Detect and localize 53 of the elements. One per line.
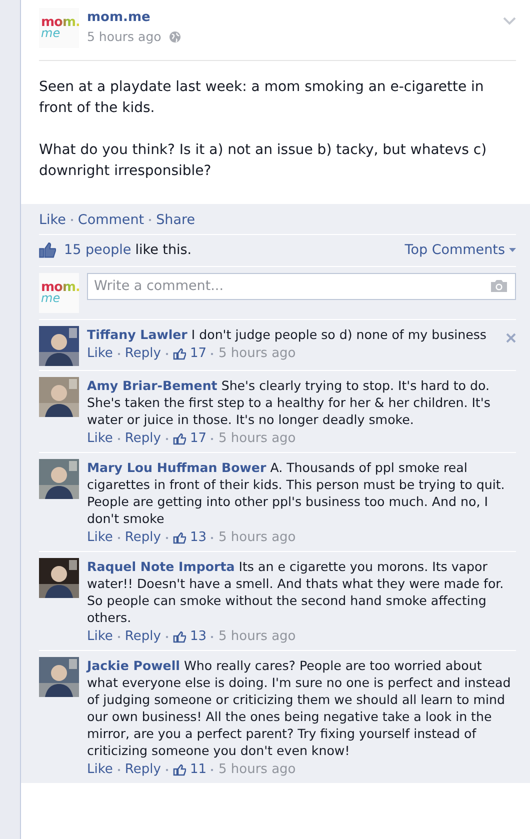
action-link[interactable]: Like	[39, 212, 66, 228]
comment-time: 5 hours ago	[218, 628, 296, 646]
thumbs-up-icon	[172, 348, 186, 360]
chevron-icon[interactable]	[503, 16, 516, 25]
likes-text: like this.	[135, 241, 192, 260]
comment-text: Raquel Note Importa Its an e cigarette you morons. Its vapor water!! Doesn't have a smell. And thats what they were made for. So people can smoke without the second hand smoke affecting others.	[87, 558, 505, 626]
author-name[interactable]: mom.me	[87, 8, 495, 28]
post-text: What do you think? Is it a) not an issue b) tacky, but whatevs c) downright irresponsible?	[39, 141, 488, 181]
globe-icon	[169, 30, 182, 43]
comment-field[interactable]: Write a comment...	[87, 272, 516, 300]
comment-time: 5 hours ago	[218, 760, 296, 778]
thumbs-up-icon	[172, 764, 186, 776]
commenter-name[interactable]: Jackie Powell	[87, 658, 180, 672]
thumbs-up-icon	[172, 432, 186, 444]
like-link[interactable]: Like	[87, 344, 113, 362]
reply-link[interactable]: Reply	[124, 430, 161, 448]
like-link[interactable]: Like	[87, 628, 113, 646]
like-link[interactable]: Like	[87, 528, 113, 546]
like-link[interactable]: Like	[87, 760, 113, 778]
like-count[interactable]: 13	[172, 528, 206, 546]
action-link[interactable]: Comment	[78, 212, 144, 228]
avatar-logo: mom. me	[39, 272, 79, 312]
like-link[interactable]: Like	[87, 430, 113, 448]
thumbs-up-icon	[172, 630, 186, 642]
commenter-name[interactable]: Amy Briar-Bement	[87, 378, 218, 392]
comment-text: Tiffany Lawler I don't judge people so d) none of my business	[87, 326, 488, 342]
commenter-name[interactable]: Tiffany Lawler	[87, 326, 188, 342]
close-icon[interactable]	[506, 333, 516, 344]
comment-time: 5 hours ago	[218, 528, 296, 546]
comment-time: 5 hours ago	[218, 430, 296, 448]
caret-icon	[509, 248, 516, 252]
reply-link[interactable]: Reply	[124, 760, 161, 778]
action-link[interactable]: Share	[156, 212, 196, 228]
like-count[interactable]: 11	[172, 760, 206, 778]
like-count[interactable]: 17	[172, 430, 206, 448]
thumbs-up-icon	[172, 532, 186, 544]
commenter-name[interactable]: Mary Lou Huffman Bower	[87, 460, 266, 474]
people-link[interactable]: 15 people	[64, 240, 132, 260]
post-time[interactable]: 5 hours ago	[87, 28, 162, 46]
reply-link[interactable]: Reply	[124, 344, 161, 362]
post-text: Seen at a playdate last week: a mom smoking an e-cigarette in front of the kids.	[39, 78, 485, 118]
comment-time: 5 hours ago	[218, 344, 296, 362]
reply-link[interactable]: Reply	[124, 628, 161, 646]
sort-dropdown[interactable]: Top Comments	[404, 240, 516, 260]
like-count[interactable]: 17	[172, 344, 206, 362]
comment-text: Jackie Powell Who really cares? People are too worried about what everyone else is doing. I'm sure no one is perfect and instead of judging someone or criticizing them we should all learn to mind our own business! All the ones being negative take a look in the mirror, are you a perfect parent? Try fixing yourself instead of criticizing someone you don't even know!	[87, 656, 512, 758]
thumbs-up-icon	[39, 242, 56, 258]
commenter-name[interactable]: Raquel Note Importa	[87, 558, 235, 574]
reply-link[interactable]: Reply	[124, 528, 161, 546]
comment-text: Amy Briar-Bement She's clearly trying to stop. It's hard to do. She's taken the first step to a healthy for her & her children. It's water or juice in those. It's no longer deadly smoke.	[87, 376, 492, 428]
like-count[interactable]: 13	[172, 628, 206, 646]
comment-text: Mary Lou Huffman Bower A. Thousands of ppl smoke real cigarettes in front of their kids. This person must be trying to quit. People are getting into other ppl's business too much. And no, I don't smoke	[87, 458, 506, 526]
logo: mom. me	[39, 8, 79, 48]
